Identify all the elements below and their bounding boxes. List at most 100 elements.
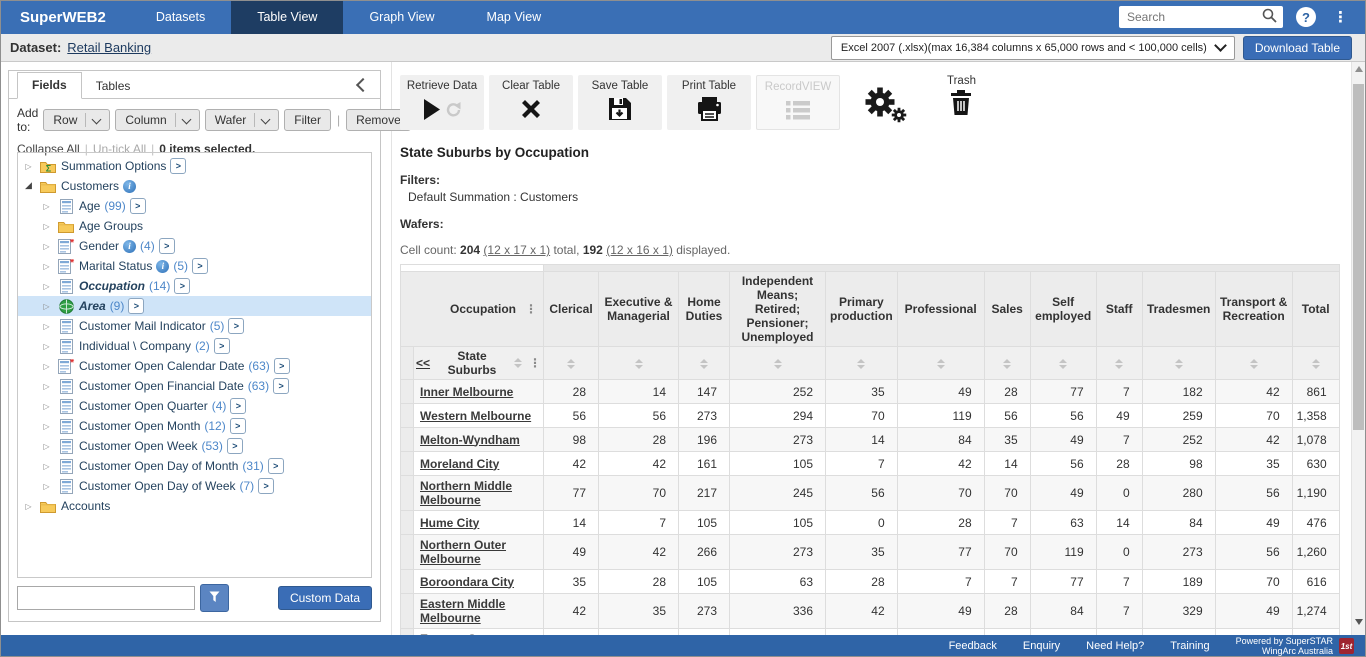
tree-item-customer-open-week[interactable]: ▷Customer Open Week(53)> — [18, 436, 371, 456]
row-axis-menu-kebab-icon[interactable]: ⋮ — [529, 357, 541, 369]
row-label-link[interactable]: Melton-Wyndham — [420, 433, 520, 447]
dropdown-caret-icon[interactable] — [261, 114, 271, 124]
cell-count-total-dims-link[interactable]: (12 x 17 x 1) — [483, 243, 550, 257]
dataset-name-link[interactable]: Retail Banking — [67, 40, 151, 55]
clear-table-button[interactable]: Clear Table — [489, 75, 573, 130]
add-to-wafer-button[interactable]: Wafer — [205, 109, 280, 131]
filter-funnel-button[interactable] — [200, 584, 229, 612]
expand-arrow-icon[interactable]: ▷ — [40, 442, 53, 451]
row-axis-back-link[interactable]: << — [416, 356, 430, 370]
download-table-button[interactable]: Download Table — [1243, 36, 1352, 60]
sort-icon[interactable] — [1003, 359, 1011, 369]
expand-arrow-icon[interactable]: ▷ — [40, 402, 53, 411]
sort-icon[interactable] — [1115, 359, 1123, 369]
field-action-button[interactable]: > — [228, 318, 244, 334]
tree-item-customers[interactable]: ◢Customersi — [18, 176, 371, 196]
field-action-button[interactable]: > — [159, 238, 175, 254]
field-action-button[interactable]: > — [230, 418, 246, 434]
expand-arrow-icon[interactable]: ▷ — [40, 202, 53, 211]
tree-item-age-groups[interactable]: ▷Age Groups — [18, 216, 371, 236]
retrieve-data-button[interactable]: Retrieve Data — [400, 75, 484, 130]
nav-item-table-view[interactable]: Table View — [231, 0, 343, 34]
tree-item-age[interactable]: ▷Age(99)> — [18, 196, 371, 216]
expand-arrow-icon[interactable]: ▷ — [40, 462, 53, 471]
search-input[interactable] — [1125, 9, 1262, 25]
sort-icon[interactable] — [937, 359, 945, 369]
print-table-button[interactable]: Print Table — [667, 75, 751, 130]
row-label-link[interactable]: Moreland City — [420, 457, 499, 471]
tree-item-customer-open-day-of-month[interactable]: ▷Customer Open Day of Month(31)> — [18, 456, 371, 476]
footer-link-training[interactable]: Training — [1170, 640, 1209, 652]
nav-item-graph-view[interactable]: Graph View — [343, 0, 460, 34]
scroll-up-icon[interactable] — [1355, 66, 1363, 72]
dropdown-caret-icon[interactable] — [92, 114, 102, 124]
field-action-button[interactable]: > — [258, 478, 274, 494]
collapse-arrow-icon[interactable]: ◢ — [22, 181, 35, 191]
field-action-button[interactable]: > — [230, 398, 246, 414]
field-action-button[interactable]: > — [227, 438, 243, 454]
sort-icon[interactable] — [567, 359, 575, 369]
row-label-link[interactable]: Northern Outer Melbourne — [420, 538, 506, 566]
nav-item-map-view[interactable]: Map View — [461, 0, 568, 34]
row-label-link[interactable]: Northern Middle Melbourne — [420, 479, 512, 507]
expand-arrow-icon[interactable]: ▷ — [22, 162, 35, 171]
footer-link-feedback[interactable]: Feedback — [949, 640, 997, 652]
tree-item-customer-open-month[interactable]: ▷Customer Open Month(12)> — [18, 416, 371, 436]
nav-item-datasets[interactable]: Datasets — [130, 0, 231, 34]
row-label-link[interactable]: Inner Melbourne — [420, 385, 513, 399]
expand-arrow-icon[interactable]: ▷ — [40, 262, 53, 271]
field-action-button[interactable]: > — [273, 378, 289, 394]
custom-data-button[interactable]: Custom Data — [278, 586, 372, 610]
expand-arrow-icon[interactable]: ▷ — [40, 322, 53, 331]
sort-icon[interactable] — [514, 358, 522, 368]
download-format-select[interactable]: Excel 2007 (.xlsx)(max 16,384 columns x … — [831, 36, 1235, 60]
row-label-link[interactable]: Boroondara City — [420, 575, 514, 589]
sort-icon[interactable] — [774, 359, 782, 369]
row-label-link[interactable]: Hume City — [420, 516, 479, 530]
collapse-panel-icon[interactable] — [356, 78, 370, 92]
field-action-button[interactable]: > — [130, 198, 146, 214]
field-action-button[interactable]: > — [174, 278, 190, 294]
info-icon[interactable]: i — [123, 240, 136, 253]
tree-item-customer-open-financial-date[interactable]: ▷Customer Open Financial Date(63)> — [18, 376, 371, 396]
sort-icon[interactable] — [1175, 359, 1183, 369]
tree-item-customer-open-quarter[interactable]: ▷Customer Open Quarter(4)> — [18, 396, 371, 416]
tree-item-individual-company[interactable]: ▷Individual \ Company(2)> — [18, 336, 371, 356]
tree-item-accounts[interactable]: ▷Accounts — [18, 496, 371, 516]
scrollbar-thumb[interactable] — [1353, 84, 1364, 430]
sort-icon[interactable] — [1059, 359, 1067, 369]
sort-icon[interactable] — [1312, 359, 1320, 369]
table-options-gear-icon[interactable] — [861, 83, 909, 126]
panel-splitter[interactable] — [391, 62, 392, 635]
row-label-link[interactable]: Eastern Middle Melbourne — [420, 597, 505, 625]
info-icon[interactable]: i — [156, 260, 169, 273]
footer-link-need-help[interactable]: Need Help? — [1086, 640, 1144, 652]
tab-tables[interactable]: Tables — [82, 74, 145, 99]
tree-item-summation-options[interactable]: ▷ΣSummation Options> — [18, 156, 371, 176]
scroll-down-icon[interactable] — [1355, 619, 1363, 625]
tree-item-customer-open-calendar-date[interactable]: ▷*Customer Open Calendar Date(63)> — [18, 356, 371, 376]
row-label-link[interactable]: Western Melbourne — [420, 409, 531, 423]
sort-icon[interactable] — [700, 359, 708, 369]
expand-arrow-icon[interactable]: ▷ — [40, 282, 53, 291]
cell-count-displayed-dims-link[interactable]: (12 x 16 x 1) — [606, 243, 673, 257]
sort-icon[interactable] — [1250, 359, 1258, 369]
add-to-column-button[interactable]: Column — [115, 109, 199, 131]
search-icon[interactable] — [1262, 8, 1277, 26]
sort-icon[interactable] — [857, 359, 865, 369]
expand-arrow-icon[interactable]: ▷ — [40, 382, 53, 391]
tab-fields[interactable]: Fields — [17, 72, 82, 99]
expand-arrow-icon[interactable]: ▷ — [40, 342, 53, 351]
info-icon[interactable]: i — [123, 180, 136, 193]
menu-kebab-icon[interactable]: ⋮ — [1329, 8, 1352, 26]
field-action-button[interactable]: > — [170, 158, 186, 174]
expand-arrow-icon[interactable]: ▷ — [40, 422, 53, 431]
column-axis-menu-kebab-icon[interactable]: ⋮ — [525, 303, 537, 315]
expand-arrow-icon[interactable]: ▷ — [40, 222, 53, 231]
tree-item-occupation[interactable]: ▷Occupation(14)> — [18, 276, 371, 296]
tree-item-customer-mail-indicator[interactable]: ▷Customer Mail Indicator(5)> — [18, 316, 371, 336]
field-action-button[interactable]: > — [128, 298, 144, 314]
field-action-button[interactable]: > — [192, 258, 208, 274]
field-action-button[interactable]: > — [268, 458, 284, 474]
expand-arrow-icon[interactable]: ▷ — [40, 242, 53, 251]
